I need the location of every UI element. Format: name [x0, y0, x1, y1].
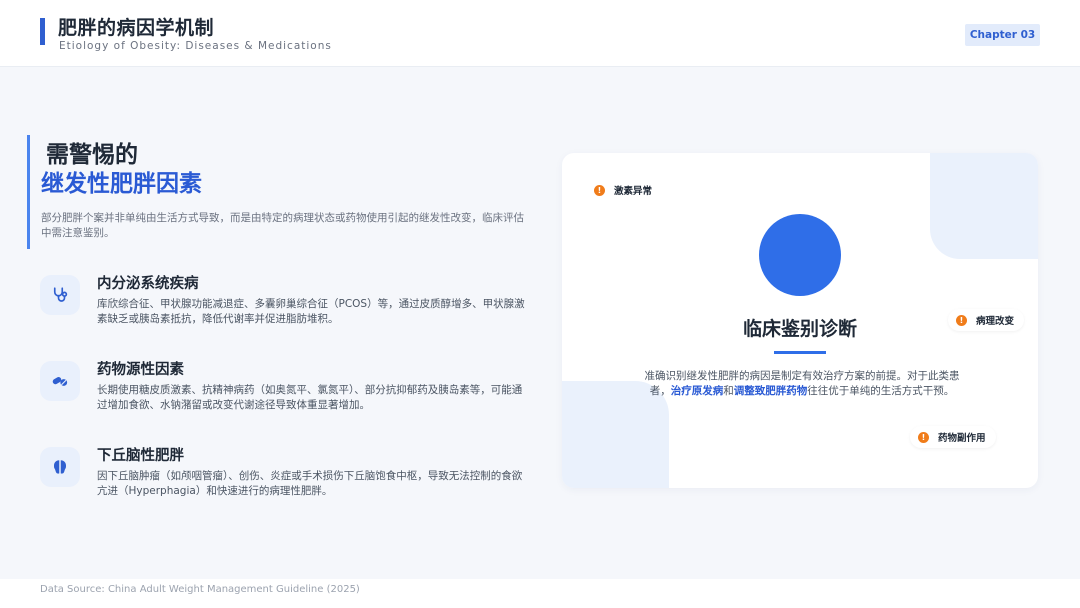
intro-description: 部分肥胖个案并非单纯由生活方式导致，而是由特定的病理状态或药物使用引起的继发性改…: [41, 212, 524, 239]
decorative-shape-top-right: [930, 153, 1038, 259]
feature-description: 库欣综合征、甲状腺功能减退症、多囊卵巢综合征（PCOS）等，通过皮质醇增多、甲状…: [97, 298, 525, 325]
feature-description: 长期使用糖皮质激素、抗精神病药（如奥氮平、氯氮平）、部分抗抑郁药及胰岛素等，可能…: [97, 384, 523, 411]
header-bar: 肥胖的病因学机制 Etiology of Obesity: Diseases &…: [0, 0, 1080, 67]
intro-heading-line2: 继发性肥胖因素: [41, 171, 202, 197]
pills-icon: [40, 361, 80, 401]
card-desc-text: 往往优于单纯的生活方式干预。: [807, 385, 955, 397]
page-title: 肥胖的病因学机制: [58, 17, 215, 39]
diagnosis-card: 临床鉴别诊断 准确识别继发性肥胖的病因是制定有效治疗方案的前提。对于此类患者，治…: [562, 153, 1038, 488]
feature-hypothalamic: 下丘脑性肥胖 因下丘脑肿瘤（如颅咽管瘤）、创伤、炎症或手术损伤下丘脑饱食中枢，导…: [40, 444, 530, 514]
feature-endocrine: 内分泌系统疾病 库欣综合征、甲状腺功能减退症、多囊卵巢综合征（PCOS）等，通过…: [40, 272, 530, 342]
alert-icon: !: [956, 314, 967, 326]
tag-label: 激素异常: [614, 186, 653, 197]
footer: Data Source: China Adult Weight Manageme…: [0, 579, 1080, 608]
tag-drug-side-effect: ! 药物副作用: [910, 426, 996, 448]
highlight-adjust-medication: 调整致肥胖药物: [733, 385, 808, 397]
alert-icon: !: [594, 184, 605, 196]
feature-medication: 药物源性因素 长期使用糖皮质激素、抗精神病药（如奥氮平、氯氮平）、部分抗抑郁药及…: [40, 358, 530, 428]
feature-title: 内分泌系统疾病: [97, 276, 199, 292]
chapter-badge: Chapter 03: [965, 24, 1040, 46]
title-accent-bar: [40, 18, 45, 45]
tag-label: 病理改变: [976, 316, 1015, 327]
feature-title: 下丘脑性肥胖: [97, 448, 184, 464]
brain-icon: [40, 447, 80, 487]
tag-hormone-abnormality: ! 激素异常: [594, 179, 652, 201]
center-circle: [759, 214, 841, 296]
card-description: 准确识别继发性肥胖的病因是制定有效治疗方案的前提。对于此类患者，治疗原发病和调整…: [638, 369, 966, 399]
stethoscope-icon: [40, 275, 80, 315]
feature-title: 药物源性因素: [97, 362, 184, 378]
intro-section: 需警惕的 继发性肥胖因素 部分肥胖个案并非单纯由生活方式导致，而是由特定的病理状…: [27, 135, 532, 249]
highlight-treat-primary: 治疗原发病: [670, 385, 724, 397]
feature-description: 因下丘脑肿瘤（如颅咽管瘤）、创伤、炎症或手术损伤下丘脑饱食中枢，导致无法控制的食…: [97, 470, 523, 497]
tag-label: 药物副作用: [938, 433, 986, 444]
tag-pathological-change: ! 病理改变: [948, 309, 1025, 331]
card-desc-text: 和: [723, 385, 734, 397]
alert-icon: !: [918, 431, 929, 443]
title-underline: [774, 351, 826, 354]
page-subtitle: Etiology of Obesity: Diseases & Medicati…: [59, 40, 332, 52]
data-source: Data Source: China Adult Weight Manageme…: [40, 584, 360, 595]
